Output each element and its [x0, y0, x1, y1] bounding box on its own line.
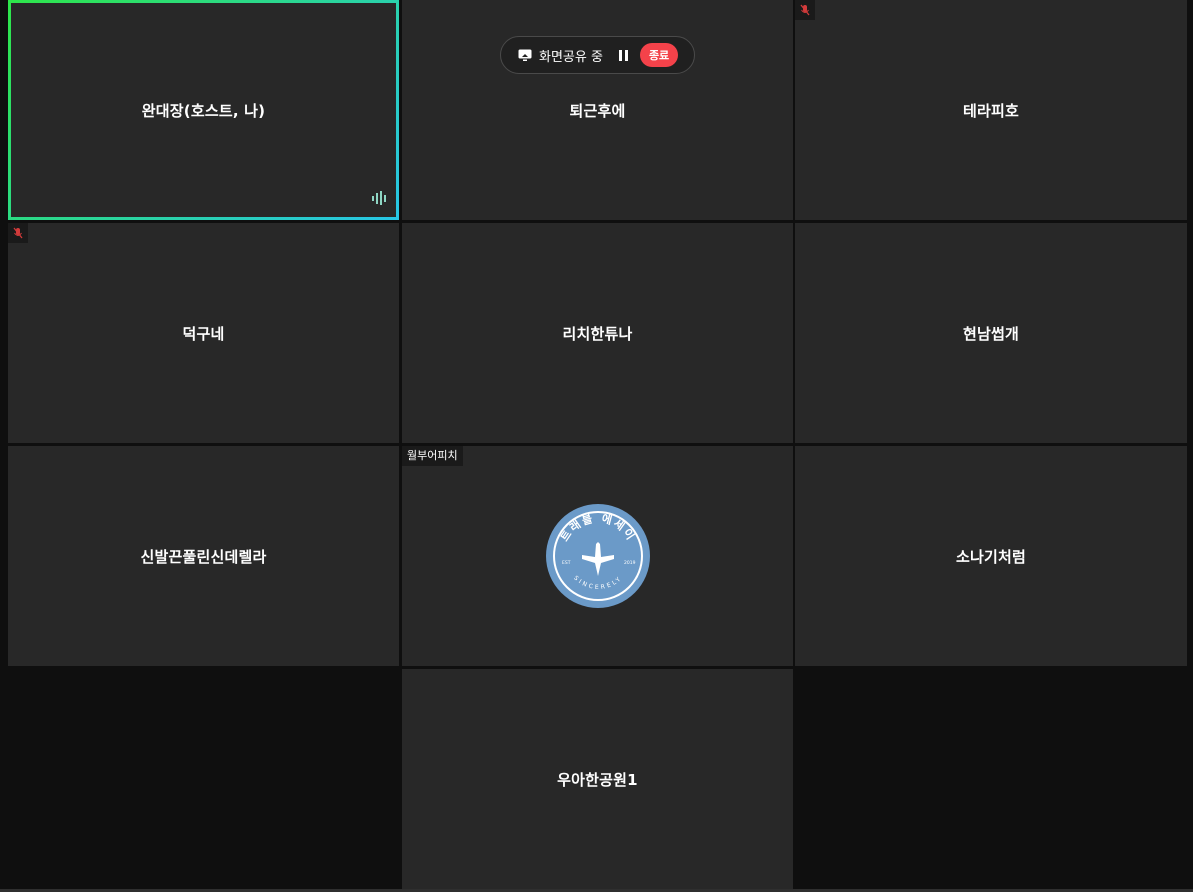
video-tile[interactable]: 덕구네	[8, 223, 399, 443]
video-tile[interactable]: 퇴근후에	[402, 0, 793, 220]
speaking-indicator-icon	[372, 190, 388, 209]
participant-name-tag: 월부어피치	[402, 446, 463, 466]
participant-name: 퇴근후에	[569, 101, 626, 120]
participant-name: 우아한공원1	[557, 770, 638, 789]
screen-share-bar: 화면공유 중 종료	[500, 36, 695, 74]
participant-name: 현남썹개	[962, 324, 1019, 343]
participant-name: 덕구네	[182, 324, 225, 343]
svg-text:EST: EST	[562, 560, 571, 566]
participant-name: 완대장(호스트, 나)	[141, 101, 266, 120]
participant-name: 소나기처럼	[955, 547, 1026, 566]
screen-share-icon	[518, 49, 532, 61]
mic-muted-icon	[8, 223, 28, 243]
video-tile[interactable]: 소나기처럼	[795, 446, 1187, 666]
video-tile-host[interactable]: 완대장(호스트, 나)	[8, 0, 399, 220]
end-share-button[interactable]: 종료	[639, 43, 679, 67]
video-tile[interactable]: 테라피호	[795, 0, 1187, 220]
video-tile[interactable]: 리치한튜나	[402, 223, 793, 443]
video-tile[interactable]: 우아한공원1	[402, 669, 793, 889]
mic-muted-icon	[795, 0, 815, 20]
participant-name: 리치한튜나	[562, 324, 633, 343]
avatar-logo-image: 트래블 에세이 SINCERELY EST 2019	[545, 504, 650, 608]
video-tile[interactable]: 월부어피치 트래블 에세이 SINCERELY EST 2019	[402, 446, 793, 666]
participant-name: 신발끈풀린신데렐라	[140, 547, 267, 566]
video-tile[interactable]: 신발끈풀린신데렐라	[8, 446, 399, 666]
svg-text:2019: 2019	[624, 560, 636, 566]
screen-share-label: 화면공유 중	[539, 49, 603, 65]
video-tile[interactable]: 현남썹개	[795, 223, 1187, 443]
participant-name: 테라피호	[962, 101, 1019, 120]
pause-share-button[interactable]	[618, 49, 628, 61]
